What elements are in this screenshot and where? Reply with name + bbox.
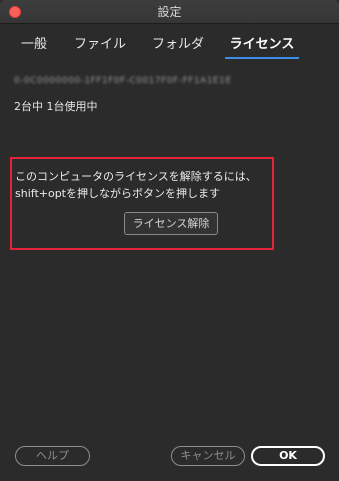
active-tab-indicator bbox=[225, 57, 299, 59]
license-key-blurred: 0-0C0000000-1FF1F0F-C0017F0F-FF1A1E1E bbox=[14, 76, 232, 86]
tab-license[interactable]: ライセンス bbox=[226, 33, 298, 57]
tab-general[interactable]: 一般 bbox=[20, 33, 48, 57]
cancel-button[interactable]: キャンセル bbox=[171, 446, 245, 466]
window-title: 設定 bbox=[157, 5, 182, 19]
deactivate-license-button[interactable]: ライセンス解除 bbox=[124, 212, 218, 235]
deactivate-instruction-line1: このコンピュータのライセンスを解除するには、 bbox=[15, 170, 257, 183]
title-bar: 設定 bbox=[0, 0, 339, 24]
tab-file[interactable]: ファイル bbox=[74, 33, 126, 57]
help-button[interactable]: ヘルプ bbox=[15, 446, 90, 466]
tab-folder[interactable]: フォルダ bbox=[152, 33, 204, 57]
settings-window: 設定 一般 ファイル フォルダ ライセンス 0-0C0000000-1FF1F0… bbox=[0, 0, 339, 481]
ok-button[interactable]: OK bbox=[251, 446, 325, 466]
deactivate-instruction-line2: shift+optを押しながらボタンを押します bbox=[15, 187, 220, 200]
license-usage-text: 2台中 1台使用中 bbox=[14, 100, 98, 113]
